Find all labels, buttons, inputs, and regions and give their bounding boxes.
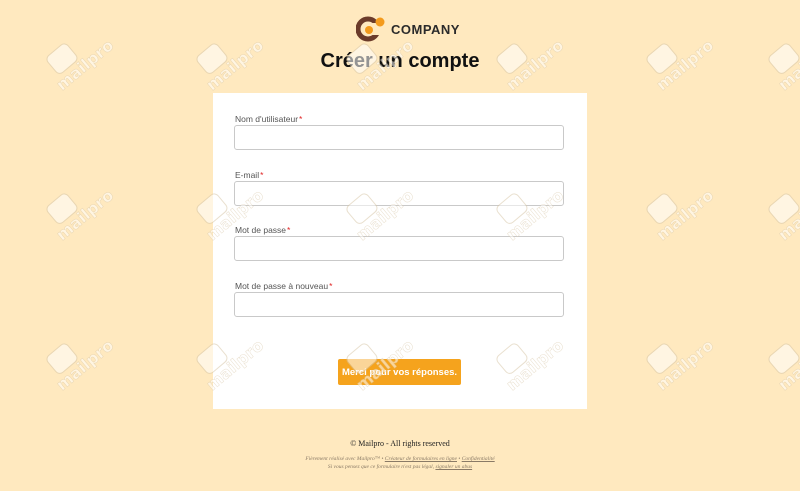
page-title: Créer un compte	[320, 50, 480, 72]
footer-credits: Fièrement réalisé avec Mailpro™ • Créate…	[0, 456, 800, 462]
copyright: © Mailpro - All rights reserved	[350, 439, 450, 448]
required-marker: *	[287, 225, 291, 235]
footer-credits-text: Fièrement réalisé avec Mailpro™ •	[305, 456, 384, 462]
mailpro-watermark: mailpro	[46, 335, 117, 395]
watermark-text: mailpro	[774, 186, 800, 245]
mailpro-watermark: mailpro	[646, 185, 717, 245]
email-label: E-mail*	[235, 170, 263, 180]
mailpro-watermark: mailpro	[46, 185, 117, 245]
mailpro-envelope-icon	[646, 193, 678, 224]
form-builder-link[interactable]: Créateur de formulaires en ligne	[385, 456, 457, 462]
password-confirm-label: Mot de passe à nouveau*	[235, 281, 332, 291]
required-marker: *	[329, 281, 333, 291]
header: COMPANY	[0, 14, 800, 44]
username-label: Nom d'utilisateur*	[235, 114, 302, 124]
mailpro-envelope-icon	[768, 193, 800, 224]
mailpro-watermark: mailpro	[768, 335, 800, 395]
mailpro-watermark: mailpro	[768, 185, 800, 245]
mailpro-envelope-icon	[46, 193, 78, 224]
email-label-text: E-mail	[235, 170, 260, 180]
watermark-text: mailpro	[52, 336, 117, 395]
mailpro-envelope-icon	[646, 343, 678, 374]
required-marker: *	[260, 170, 264, 180]
watermark-text: mailpro	[652, 336, 717, 395]
company-name: COMPANY	[391, 21, 460, 37]
privacy-link[interactable]: Confidentialité	[462, 456, 495, 462]
mailpro-watermark: mailpro	[646, 335, 717, 395]
signup-form: Nom d'utilisateur* E-mail* Mot de passe*…	[213, 93, 587, 409]
email-input[interactable]	[234, 181, 564, 206]
footer-separator: •	[458, 456, 461, 462]
password-input[interactable]	[234, 236, 564, 261]
required-marker: *	[299, 114, 303, 124]
company-logo-icon	[356, 16, 385, 42]
submit-button[interactable]: Merci pour vos réponses.	[338, 359, 461, 385]
company-logo[interactable]: COMPANY	[356, 16, 460, 42]
username-label-text: Nom d'utilisateur	[235, 114, 299, 124]
password-label: Mot de passe*	[235, 225, 290, 235]
watermark-text: mailpro	[52, 186, 117, 245]
report-abuse-link[interactable]: signaler un abus	[435, 464, 472, 470]
password-confirm-label-text: Mot de passe à nouveau	[235, 281, 329, 291]
watermark-text: mailpro	[652, 186, 717, 245]
watermark-text: mailpro	[774, 336, 800, 395]
password-confirm-input[interactable]	[234, 292, 564, 317]
footer-report: Si vous pensez que ce formulaire n'est p…	[0, 464, 800, 470]
mailpro-envelope-icon	[46, 343, 78, 374]
mailpro-envelope-icon	[768, 343, 800, 374]
username-input[interactable]	[234, 125, 564, 150]
footer-report-text: Si vous pensez que ce formulaire n'est p…	[327, 464, 435, 470]
password-label-text: Mot de passe	[235, 225, 287, 235]
